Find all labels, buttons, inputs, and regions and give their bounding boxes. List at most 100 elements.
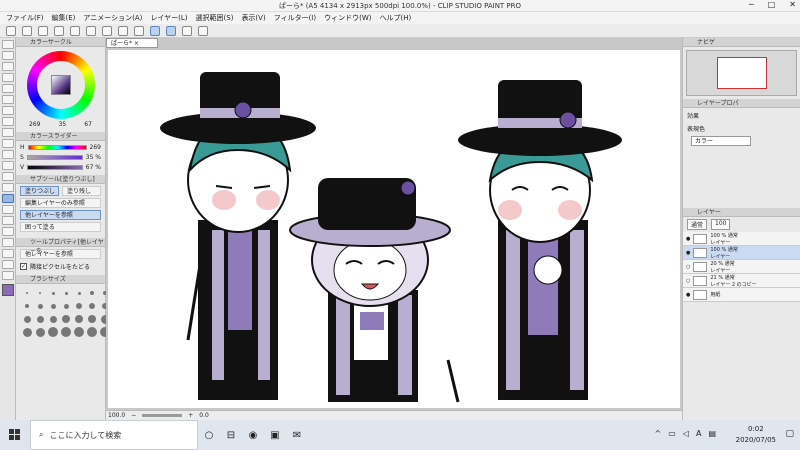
subtool-refer-other-layers[interactable]: 他レイヤーを参照 [20,210,101,220]
brush-size-option[interactable] [35,314,45,324]
layer-item[interactable]: ○ 20 % 通常 レイヤー [683,260,800,274]
brush-size-option[interactable] [87,301,97,311]
layer-item-paper[interactable]: ● 用紙 [683,288,800,302]
brush-size-option[interactable] [22,314,32,324]
brush-size-option[interactable] [61,327,71,337]
undo-icon[interactable] [54,25,64,36]
blend-tool-icon[interactable] [1,183,14,192]
option-checkbox[interactable]: ✓ [20,263,27,270]
brush-size-option[interactable] [87,288,97,298]
brush-size-option[interactable] [74,327,84,337]
navigator-preview[interactable] [686,50,797,96]
ime-mode-icon[interactable]: ▤ [708,429,716,438]
zoom-value[interactable]: 100.0 [108,412,125,419]
color-square[interactable] [50,75,71,95]
clear-icon[interactable] [86,25,96,36]
decoration-tool-icon[interactable] [1,161,14,170]
zoom-out-icon[interactable]: − [131,412,136,419]
task-view-icon[interactable]: ⊟ [220,420,242,450]
move-tool-icon[interactable] [1,51,14,60]
layer-item[interactable]: ○ 21 % 通常 レイヤー 2 のコピー [683,274,800,288]
cortana-icon[interactable]: ○ [198,420,220,450]
snap-special-ruler-icon[interactable] [166,25,176,36]
save-icon[interactable] [38,25,48,36]
notification-icon[interactable]: ▢ [785,429,794,439]
layer-item-selected[interactable]: ● 100 % 通常 レイヤー [683,246,800,260]
transform-icon[interactable] [102,25,112,36]
menu-selection[interactable]: 選択範囲(S) [196,13,234,23]
zoom-in-icon[interactable]: + [188,412,193,419]
hue-slider[interactable]: H 269 [20,144,101,151]
menu-edit[interactable]: 編集(E) [52,13,76,23]
windows-start-icon[interactable] [0,420,30,450]
new-icon[interactable] [6,25,16,36]
menu-window[interactable]: ウィンドウ(W) [324,13,371,23]
subtool-tab-extra[interactable]: 塗り残し [62,186,101,196]
brush-size-option[interactable] [87,314,97,324]
text-tool-icon[interactable] [1,249,14,258]
minimize-button[interactable]: ─ [749,0,754,9]
eye-icon[interactable]: ● [686,292,690,298]
chevron-up-icon[interactable]: ^ [655,429,662,438]
zoom-tool-icon[interactable] [1,40,14,49]
volume-icon[interactable]: ◁ [683,429,689,438]
network-icon[interactable]: ▭ [668,429,676,438]
brush-size-option[interactable] [22,288,32,298]
brush-size-option[interactable] [35,301,45,311]
brush-size-option[interactable] [48,288,58,298]
maximize-button[interactable]: □ [768,0,776,9]
eye-icon[interactable]: ● [686,250,690,256]
color-wheel[interactable] [26,51,95,119]
frame-tool-icon[interactable] [1,227,14,236]
pencil-tool-icon[interactable] [1,128,14,137]
clip-studio-icon[interactable]: ▣ [264,420,286,450]
eye-icon[interactable]: ○ [686,278,690,284]
redo-icon[interactable] [70,25,80,36]
fill-tool-icon[interactable] [1,194,14,203]
correct-line-tool-icon[interactable] [1,271,14,280]
display-color-dropdown[interactable]: カラー [691,136,751,146]
angle-value[interactable]: 0.0 [199,412,209,419]
menu-layer[interactable]: レイヤー(L) [150,13,187,23]
gradient-tool-icon[interactable] [1,205,14,214]
saturation-slider[interactable]: S 35 % [20,154,101,161]
pen-tool-icon[interactable] [1,117,14,126]
zoom-slider[interactable] [142,414,183,417]
menu-animation[interactable]: アニメーション(A) [83,13,142,23]
selection-tool-icon[interactable] [1,84,14,93]
brush-size-option[interactable] [22,301,32,311]
brush-size-option[interactable] [35,327,45,337]
taskbar-search[interactable]: ⌕ ここに入力して検索 [30,420,198,450]
ime-indicator[interactable]: A [696,429,701,438]
move-layer-tool-icon[interactable] [1,73,14,82]
brush-size-option[interactable] [48,301,58,311]
brush-size-option[interactable] [61,288,71,298]
chrome-icon[interactable]: ◉ [242,420,264,450]
brush-size-option[interactable] [74,314,84,324]
eye-icon[interactable]: ○ [686,264,690,270]
snap-ruler-icon[interactable] [150,25,160,36]
deselect-icon[interactable] [118,25,128,36]
edit-icon[interactable] [198,25,208,36]
brush-size-option[interactable] [35,288,45,298]
mail-icon[interactable]: ✉ [286,420,308,450]
menu-filter[interactable]: フィルター(I) [274,13,316,23]
eye-icon[interactable]: ● [686,236,690,242]
canvas-area[interactable]: ぱーら* × 100.0 − + 0.0 [106,38,682,420]
clock[interactable]: 0:02 2020/07/05 [736,424,776,446]
subtool-tab-fill[interactable]: 塗りつぶし [20,186,59,196]
main-color-swatch[interactable] [1,284,14,296]
open-icon[interactable] [22,25,32,36]
brush-size-option[interactable] [87,327,97,337]
menu-help[interactable]: ヘルプ(H) [379,13,411,23]
snap-grid-icon[interactable] [182,25,192,36]
brush-tool-icon[interactable] [1,139,14,148]
brush-size-option[interactable] [48,327,58,337]
artwork[interactable] [108,50,680,408]
brush-size-option[interactable] [74,301,84,311]
menu-file[interactable]: ファイル(F) [6,13,44,23]
auto-select-tool-icon[interactable] [1,95,14,104]
layer-tab[interactable]: レイヤー [683,208,800,217]
brush-size-option[interactable] [22,327,32,337]
opacity-field[interactable]: 100 [711,219,731,230]
